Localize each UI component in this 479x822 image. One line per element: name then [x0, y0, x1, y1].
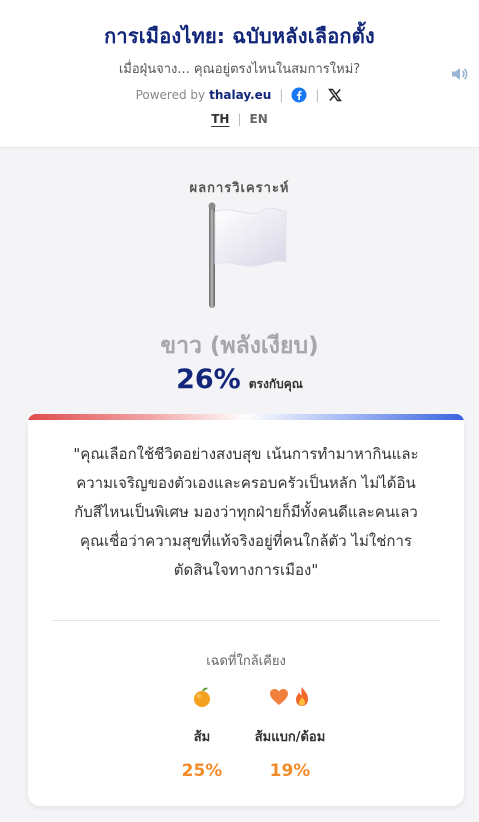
page-subtitle: เมื่อฝุ่นจาง... คุณอยู่ตรงไหนในสมการใหม่… — [118, 62, 361, 77]
brand-link[interactable]: thalay.eu — [209, 88, 271, 102]
powered-by-text: Powered by — [135, 88, 206, 102]
separator: | — [237, 112, 242, 126]
quote-line: ความเจริญของตัวเองและครอบครัวเป็นหลัก ไม… — [76, 474, 416, 492]
lang-en-button[interactable]: EN — [250, 112, 268, 126]
white-flag-icon — [208, 202, 287, 308]
x-icon[interactable] — [327, 87, 343, 103]
quote-line: ตัดสินใจทางการเมือง" — [173, 561, 319, 579]
page-title: การเมืองไทย: ฉบับหลังเลือกตั้ง — [104, 24, 375, 48]
orange-heart-icon — [270, 689, 288, 705]
match-text: ตรงกับคุณ — [248, 377, 303, 391]
orange-icon — [194, 687, 210, 707]
result-name: ขาว (พลังเงียบ) — [160, 333, 319, 359]
separator: | — [315, 88, 320, 102]
powered-by-row: Powered by thalay.eu | | — [0, 86, 479, 104]
result-description: "คุณเลือกใช้ชีวิตอย่างสงบสุข เน้นการทำมา… — [52, 440, 440, 585]
divider — [52, 620, 440, 621]
nearby-shade-item: ส้มแบก/ด้อม 19% — [230, 686, 350, 781]
facebook-icon[interactable] — [291, 87, 307, 103]
nearby-shade-name: ส้มแบก/ด้อม — [254, 730, 326, 745]
quote-line: คุณเชื่อว่าความสุขที่แท้จริงอยู่ที่คนใกล… — [80, 532, 412, 550]
separator: | — [279, 88, 284, 102]
result-label: ผลการวิเคราะห์ — [189, 181, 290, 196]
result-card: "คุณเลือกใช้ชีวิตอย่างสงบสุข เน้นการทำมา… — [28, 420, 464, 806]
speaker-icon[interactable] — [449, 64, 469, 84]
nearby-shade-percent: 19% — [269, 761, 311, 781]
quote-line: กับสีไหนเป็นพิเศษ มองว่าทุกฝ่ายก็มีทั้งค… — [74, 503, 418, 521]
fire-icon — [296, 687, 308, 706]
nearby-shades-label: เฉดที่ใกล้เคียง — [206, 654, 286, 669]
lang-th-button[interactable]: TH — [211, 112, 229, 126]
language-switcher: TH | EN — [0, 112, 479, 126]
match-percent: 26% — [176, 364, 241, 395]
quote-line: "คุณเลือกใช้ชีวิตอย่างสงบสุข เน้นการทำมา… — [73, 445, 419, 463]
header: การเมืองไทย: ฉบับหลังเลือกตั้ง เมื่อฝุ่น… — [0, 0, 479, 148]
match-row: 26% ตรงกับคุณ — [0, 364, 479, 395]
